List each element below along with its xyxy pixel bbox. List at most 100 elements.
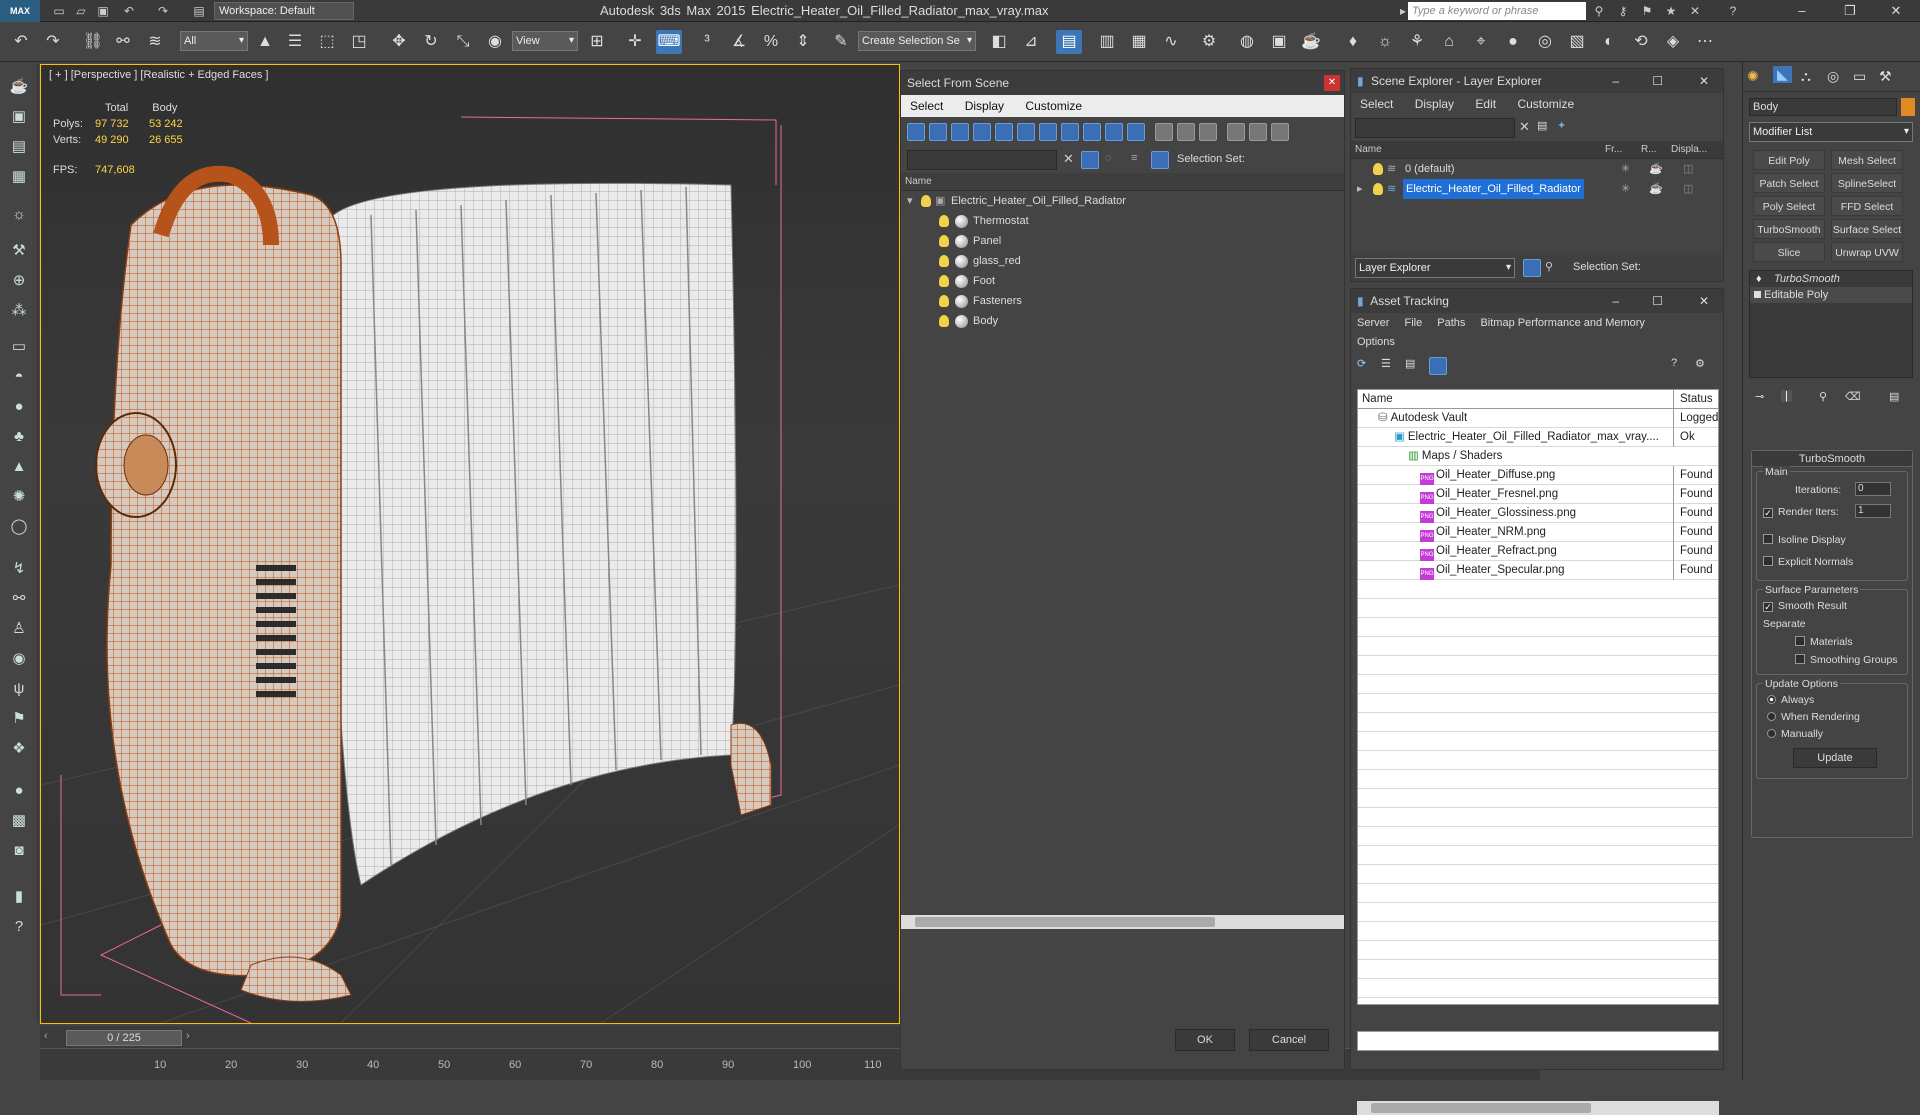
hf-icon[interactable]: ⚑ [6, 706, 32, 732]
close-icon[interactable]: ✕ [1699, 289, 1709, 313]
render-iters-spinner[interactable]: 1 [1855, 504, 1891, 518]
object-name-field[interactable]: Body [1749, 98, 1897, 116]
hair-icon[interactable]: ψ [6, 676, 32, 702]
tree-child-row[interactable]: glass_red [901, 251, 1344, 271]
explorer-type-dropdown[interactable]: Layer Explorer [1355, 258, 1515, 278]
display-containers-icon[interactable] [1105, 123, 1123, 141]
frame-counter[interactable]: 0 / 225 [66, 1030, 182, 1046]
texture-icon[interactable]: ▩ [6, 808, 32, 834]
modifier-list-dropdown[interactable]: Modifier List [1749, 122, 1913, 142]
column-name[interactable]: Name [1355, 144, 1382, 155]
bones-icon[interactable]: ⚒ [6, 238, 32, 264]
asset-horizontal-scrollbar[interactable] [1357, 1101, 1719, 1115]
tree-view-icon[interactable]: ▤ [1405, 357, 1415, 370]
exchange-icon[interactable]: ✕ [1684, 0, 1706, 22]
vray-fur-icon[interactable]: ⚘ [1404, 30, 1430, 54]
undo-icon[interactable]: ↶ [118, 0, 140, 22]
minimize-icon[interactable]: – [1612, 289, 1619, 313]
menu-options[interactable]: Options [1351, 333, 1723, 351]
path-deform-icon[interactable]: ↯ [6, 556, 32, 582]
modifier-button[interactable]: SplineSelect [1831, 173, 1903, 193]
vray-toolbar-more-icon[interactable]: ⋯ [1692, 30, 1718, 54]
vray-sun-icon[interactable]: ☼ [1372, 30, 1398, 54]
object-color-swatch[interactable] [1901, 98, 1915, 116]
spinner-snap-icon[interactable]: ⇕ [790, 30, 816, 54]
list-view-icon[interactable]: ☰ [1381, 357, 1391, 370]
create-teapot-icon[interactable]: ☕ [6, 74, 32, 100]
perspective-viewport[interactable]: [ + ] [Perspective ] [Realistic + Edged … [40, 64, 900, 1024]
material-editor-icon[interactable]: ◍ [1234, 30, 1260, 54]
asset-row[interactable]: PNG Oil_Heater_Specular.png Found [1358, 561, 1718, 580]
render-iters-checkbox[interactable]: ✓ [1763, 508, 1773, 518]
asset-row[interactable]: PNG Oil_Heater_Fresnel.png Found [1358, 485, 1718, 504]
layer-row-radiator[interactable]: ▸ ≋ Electric_Heater_Oil_Filled_Radiator … [1351, 179, 1723, 199]
display-geometry-icon[interactable] [907, 123, 925, 141]
dome-icon[interactable]: ◓ [6, 364, 32, 390]
motion-tab-icon[interactable]: ◎ [1827, 68, 1839, 85]
world-icon[interactable]: ◉ [6, 646, 32, 672]
menu-customize[interactable]: Customize [1508, 97, 1583, 111]
select-invert-icon[interactable] [1199, 123, 1217, 141]
display-spacewarps-icon[interactable] [1017, 123, 1035, 141]
modifier-button[interactable]: Poly Select [1753, 196, 1825, 216]
display-frozen-icon[interactable] [1127, 123, 1145, 141]
configure-sets-icon[interactable]: ▤ [1889, 390, 1899, 403]
move-icon[interactable]: ✥ [386, 30, 412, 54]
curve-editor-icon[interactable]: ∿ [1158, 30, 1184, 54]
close-icon[interactable]: ✕ [1880, 0, 1912, 22]
make-unique-icon[interactable]: ⚲ [1819, 390, 1827, 403]
display-bones-icon[interactable] [1083, 123, 1101, 141]
tree-child-row[interactable]: Panel [901, 231, 1344, 251]
modifier-button[interactable]: FFD Select [1831, 196, 1903, 216]
find-filter-icon[interactable] [1081, 151, 1099, 169]
remove-modifier-icon[interactable]: ⌫ [1845, 390, 1861, 403]
stack-item-turbosmooth[interactable]: ♦ TurboSmooth [1750, 271, 1912, 287]
iterations-spinner[interactable]: 0 [1855, 482, 1891, 496]
modifier-button[interactable]: Patch Select [1753, 173, 1825, 193]
display-xrefs-icon[interactable] [1061, 123, 1079, 141]
lightbulb-icon[interactable] [939, 255, 949, 267]
reference-coord-dropdown[interactable]: View [512, 31, 578, 51]
align-icon[interactable]: ⊿ [1018, 30, 1044, 54]
cone-icon[interactable]: ▲ [6, 454, 32, 480]
vray-sphere-icon[interactable]: ● [1500, 30, 1526, 54]
render-teapot-icon[interactable]: ☕ [1649, 179, 1663, 199]
vray-light-icon[interactable]: ♦ [1340, 30, 1366, 54]
asset-row[interactable]: ▥ Maps / Shaders [1358, 447, 1718, 466]
filter-icon[interactable] [1227, 123, 1245, 141]
bind-spacewarp-icon[interactable]: ≋ [142, 30, 168, 54]
schematic-view-icon[interactable]: ⚙ [1196, 30, 1222, 54]
tree-root-row[interactable]: ▾ ▣ Electric_Heater_Oil_Filled_Radiator [901, 191, 1344, 211]
edit-named-selection-icon[interactable]: ✎ [828, 30, 854, 54]
window-icon[interactable]: ▭ [6, 334, 32, 360]
display-icon[interactable]: ◫ [1683, 179, 1693, 199]
column-name[interactable]: Name [1358, 393, 1393, 405]
binoculars-icon[interactable]: ⚲ [1588, 0, 1610, 22]
rect-selection-icon[interactable]: ⬚ [314, 30, 340, 54]
menu-display[interactable]: Display [1406, 97, 1463, 111]
menu-edit[interactable]: Edit [1466, 97, 1505, 111]
snaps-toggle-icon[interactable]: ³ [694, 30, 720, 54]
cylinder-icon[interactable]: ◙ [6, 838, 32, 864]
lightbulb-icon[interactable] [921, 195, 931, 207]
expand-arrow-icon[interactable]: ▸ [1357, 179, 1363, 199]
layer-highlight-icon[interactable]: ✦ [1557, 119, 1566, 132]
app-logo[interactable]: MAX [0, 0, 40, 22]
search-input[interactable]: Type a keyword or phrase [1408, 2, 1586, 20]
update-button[interactable]: Update [1793, 748, 1877, 768]
key-icon[interactable]: ⚷ [1612, 0, 1634, 22]
place-icon[interactable]: ◉ [482, 30, 508, 54]
display-lights-icon[interactable] [951, 123, 969, 141]
collapse-arrow-icon[interactable]: ▾ [907, 191, 913, 211]
menu-select[interactable]: Select [901, 99, 952, 113]
display-shapes-icon[interactable] [929, 123, 947, 141]
render-teapot-icon[interactable]: ☕ [1649, 159, 1663, 179]
pivot-center-icon[interactable]: ⊞ [584, 30, 610, 54]
next-frame-icon[interactable]: › [186, 1030, 200, 1046]
display-tab-icon[interactable]: ▭ [1853, 68, 1866, 85]
unlink-icon[interactable]: ⚯ [110, 30, 136, 54]
find-input[interactable] [1355, 118, 1515, 138]
create-grid-icon[interactable]: ▦ [6, 164, 32, 190]
maximize-icon[interactable]: ☐ [1652, 289, 1663, 313]
menu-file[interactable]: File [1398, 317, 1428, 329]
